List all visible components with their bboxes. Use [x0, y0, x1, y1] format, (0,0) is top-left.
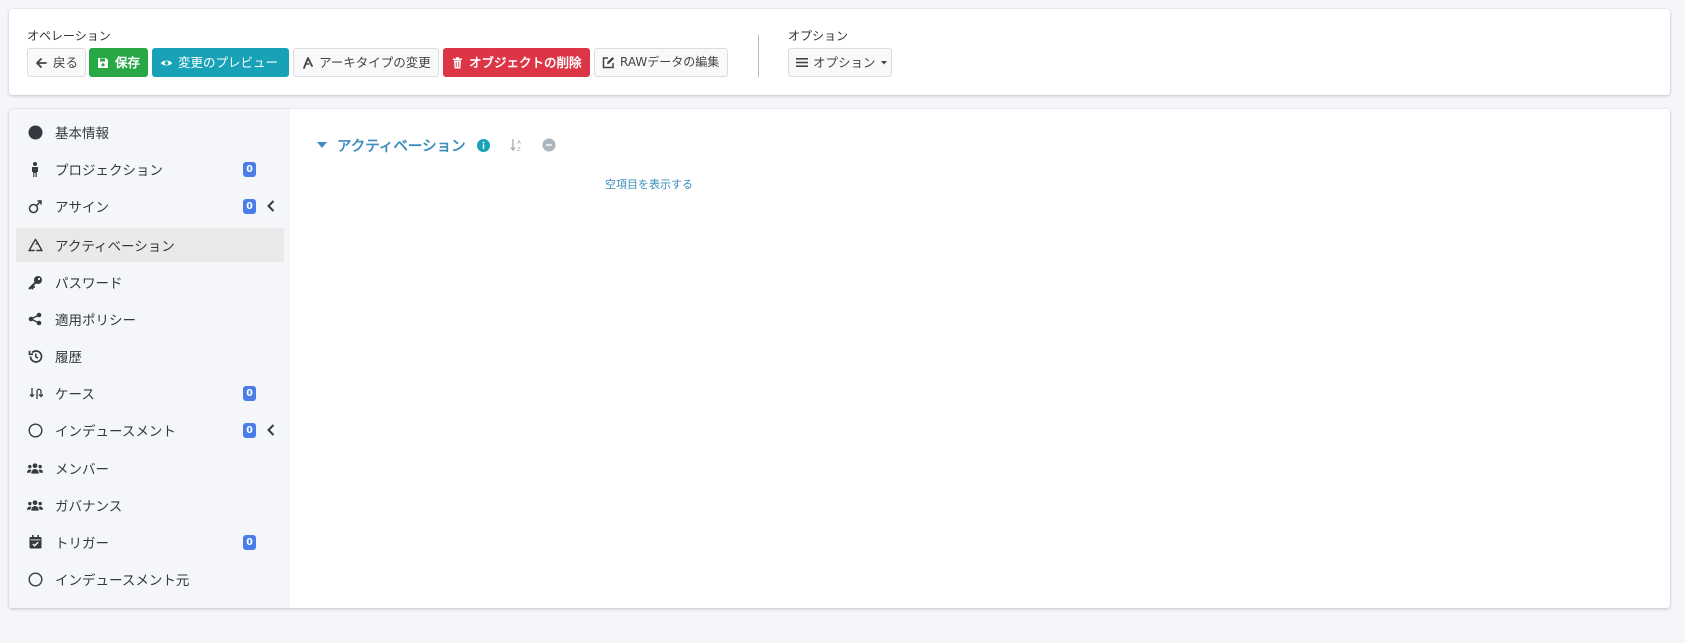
count-badge: 0	[243, 161, 256, 177]
save-button-label: 保存	[114, 55, 140, 70]
info-icon[interactable]	[476, 138, 490, 152]
svg-text:Z: Z	[517, 147, 521, 152]
save-button[interactable]: 保存	[89, 48, 148, 77]
caret-down-icon	[880, 56, 887, 69]
sidebar-item-label: パスワード	[55, 276, 123, 292]
sidebar-item-label: アクティベーション	[55, 239, 175, 255]
sidebar-item-induced-from[interactable]: インデュースメント元	[16, 562, 284, 596]
back-button[interactable]: 戻る	[27, 48, 86, 77]
sidebar-item-projections[interactable]: プロジェクション 0	[16, 152, 284, 186]
users-icon	[27, 497, 43, 513]
sidebar-item-activation[interactable]: アクティベーション	[16, 228, 284, 262]
count-badge: 0	[243, 422, 256, 438]
recycle-icon	[27, 237, 43, 253]
collapse-caret-icon[interactable]	[317, 142, 327, 148]
sidebar-item-history[interactable]: 履歴	[16, 339, 284, 373]
preview-changes-button-label: 変更のプレビュー	[178, 55, 279, 70]
circle-outline-icon	[27, 571, 43, 587]
sort-alpha-icon[interactable]: AZ	[509, 138, 524, 152]
male-symbol-icon	[27, 198, 43, 214]
circle-outline-icon	[27, 422, 43, 438]
bars-icon	[796, 56, 808, 69]
route-icon	[27, 385, 43, 401]
sidebar-item-inducements[interactable]: インデュースメント 0	[16, 413, 284, 447]
options-button-label: オプション	[813, 55, 876, 70]
sidebar-item-password[interactable]: パスワード	[16, 265, 284, 299]
person-icon	[27, 161, 43, 177]
edit-icon	[602, 56, 615, 69]
sidebar-item-label: プロジェクション	[55, 163, 163, 179]
key-icon	[27, 274, 43, 290]
sidebar-item-label: アサイン	[55, 200, 109, 216]
pen-nib-icon	[301, 56, 314, 69]
arrow-left-icon	[35, 56, 48, 69]
minus-circle-icon[interactable]	[542, 138, 556, 152]
change-archetype-button-label: アーキタイプの変更	[319, 55, 431, 70]
delete-object-button[interactable]: オブジェクトの削除	[443, 48, 590, 77]
delete-object-button-label: オブジェクトの削除	[469, 55, 582, 70]
operations-group-label: オペレーション	[27, 29, 111, 43]
sidebar-item-triggers[interactable]: トリガー 0	[16, 525, 284, 559]
preview-changes-button[interactable]: 変更のプレビュー	[152, 48, 289, 77]
sidebar-item-label: 基本情報	[55, 126, 109, 142]
share-nodes-icon	[27, 311, 43, 327]
sidebar-item-label: インデュースメント元	[55, 573, 190, 589]
sidebar-item-label: 適用ポリシー	[55, 313, 136, 329]
back-button-label: 戻る	[52, 55, 78, 70]
circle-filled-icon	[27, 124, 43, 140]
sidebar-item-label: ケース	[55, 387, 95, 403]
edit-raw-data-button[interactable]: RAWデータの編集	[594, 48, 728, 77]
svg-text:A: A	[517, 140, 521, 146]
count-badge: 0	[243, 198, 256, 214]
content-panel: アクティベーション AZ 空項目を表示する	[290, 109, 1670, 608]
activation-section-header: アクティベーション AZ	[317, 135, 556, 155]
eye-icon	[160, 56, 173, 69]
edit-raw-data-button-label: RAWデータの編集	[620, 55, 720, 69]
history-icon	[27, 348, 43, 364]
sidebar-item-label: メンバー	[55, 462, 109, 478]
sidebar-item-label: ガバナンス	[55, 499, 123, 515]
count-badge: 0	[243, 385, 256, 401]
main-card: 基本情報 プロジェクション 0 アサイン 0 アクティベーション パスワード 適…	[9, 109, 1670, 608]
sidebar: 基本情報 プロジェクション 0 アサイン 0 アクティベーション パスワード 適…	[9, 109, 290, 608]
options-group-label: オプション	[788, 29, 849, 43]
options-dropdown-button[interactable]: オプション	[788, 48, 892, 77]
count-badge: 0	[243, 534, 256, 550]
chevron-left-icon[interactable]	[266, 199, 276, 213]
sidebar-item-label: 履歴	[55, 350, 82, 366]
calendar-check-icon	[27, 534, 43, 550]
sidebar-item-members[interactable]: メンバー	[16, 451, 284, 485]
sidebar-item-governance[interactable]: ガバナンス	[16, 488, 284, 522]
floppy-disk-icon	[97, 56, 110, 69]
show-empty-fields-link[interactable]: 空項目を表示する	[605, 176, 693, 192]
operations-card: オペレーション 戻る 保存 変更のプレビュー アーキタイプの変更 オブジェクトの…	[9, 9, 1670, 95]
sidebar-item-label: トリガー	[55, 536, 109, 552]
sidebar-item-cases[interactable]: ケース 0	[16, 376, 284, 410]
section-title: アクティベーション	[337, 138, 466, 155]
sidebar-item-applicable-policies[interactable]: 適用ポリシー	[16, 302, 284, 336]
sidebar-item-label: インデュースメント	[55, 424, 176, 440]
toolbar-divider	[758, 35, 759, 77]
sidebar-item-basic-info[interactable]: 基本情報	[16, 115, 284, 149]
trash-icon	[451, 56, 464, 69]
chevron-left-icon[interactable]	[266, 423, 276, 437]
users-icon	[27, 460, 43, 476]
change-archetype-button[interactable]: アーキタイプの変更	[293, 48, 439, 77]
sidebar-item-assignments[interactable]: アサイン 0	[16, 189, 284, 223]
